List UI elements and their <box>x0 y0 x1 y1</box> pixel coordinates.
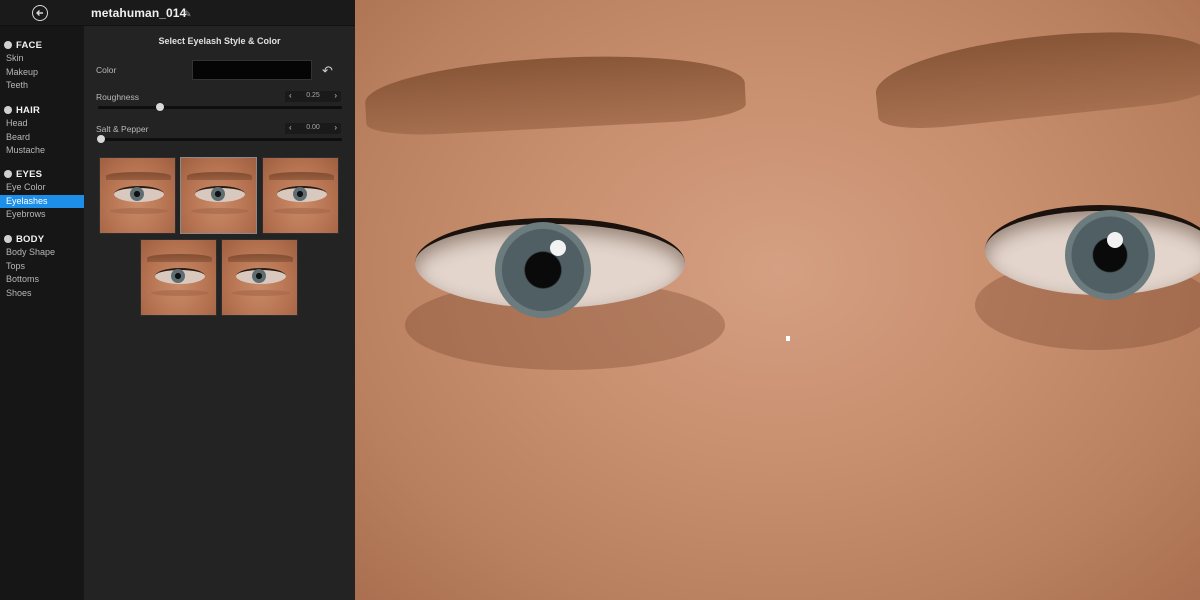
salt-pepper-label: Salt & Pepper <box>96 124 149 134</box>
top-bar: metahuman_014 ✎ <box>0 0 355 26</box>
color-label: Color <box>96 65 117 75</box>
category-header-eyes[interactable]: EYES <box>0 167 84 181</box>
category-face: FACE Skin Makeup Teeth <box>0 38 84 93</box>
right-eyebrow <box>871 18 1200 134</box>
category-label: EYES <box>16 168 43 180</box>
sidebar-item-shoes[interactable]: Shoes <box>0 287 84 301</box>
sidebar-item-body-shape[interactable]: Body Shape <box>0 246 84 260</box>
category-header-face[interactable]: FACE <box>0 38 84 52</box>
chevron-right-icon[interactable]: › <box>334 91 337 100</box>
panel-title: Select Eyelash Style & Color <box>158 36 281 46</box>
color-swatch[interactable] <box>192 60 312 80</box>
body-icon <box>4 235 12 243</box>
category-hair: HAIR Head Beard Mustache <box>0 103 84 158</box>
eyelash-style-thumbnail[interactable] <box>140 239 217 316</box>
left-iris <box>495 222 591 318</box>
right-iris <box>1065 210 1155 300</box>
eyelash-style-thumbnail[interactable] <box>99 157 176 234</box>
sidebar-item-mustache[interactable]: Mustache <box>0 144 84 158</box>
roughness-label: Roughness <box>96 92 140 102</box>
chevron-right-icon[interactable]: › <box>334 123 337 132</box>
sidebar-item-head[interactable]: Head <box>0 117 84 131</box>
hair-icon <box>4 106 12 114</box>
salt-pepper-slider[interactable] <box>97 135 342 143</box>
left-eyebrow <box>363 48 747 138</box>
roughness-slider[interactable] <box>98 103 342 111</box>
eyelash-panel: Select Eyelash Style & Color Color ↶ Rou… <box>84 26 355 600</box>
pencil-icon[interactable]: ✎ <box>184 9 192 20</box>
salt-pepper-slider-handle[interactable] <box>97 135 105 143</box>
back-arrow-icon[interactable] <box>32 5 48 21</box>
sidebar-item-makeup[interactable]: Makeup <box>0 66 84 80</box>
sidebar-item-tops[interactable]: Tops <box>0 260 84 274</box>
undo-icon[interactable]: ↶ <box>322 63 333 79</box>
category-header-body[interactable]: BODY <box>0 232 84 246</box>
salt-pepper-stepper[interactable]: ‹ 0.00 › <box>285 123 341 134</box>
mouse-cursor <box>786 336 790 341</box>
eye-icon <box>4 170 12 178</box>
character-name: metahuman_014 <box>91 6 187 20</box>
sidebar-item-teeth[interactable]: Teeth <box>0 79 84 93</box>
category-sidebar: FACE Skin Makeup Teeth HAIR Head Beard M… <box>0 26 84 600</box>
eyelash-style-thumbnail[interactable] <box>262 157 339 234</box>
eyelash-style-thumbnail-selected[interactable] <box>180 157 257 234</box>
roughness-stepper[interactable]: ‹ 0.25 › <box>285 91 341 102</box>
category-eyes: EYES Eye Color Eyelashes Eyebrows <box>0 167 84 222</box>
right-eye-highlight <box>1107 232 1123 248</box>
category-label: BODY <box>16 233 45 245</box>
eyelash-style-thumbnail[interactable] <box>221 239 298 316</box>
category-body: BODY Body Shape Tops Bottoms Shoes <box>0 232 84 300</box>
sidebar-item-eyebrows[interactable]: Eyebrows <box>0 208 84 222</box>
category-label: HAIR <box>16 104 41 116</box>
roughness-slider-handle[interactable] <box>156 103 164 111</box>
sidebar-item-skin[interactable]: Skin <box>0 52 84 66</box>
left-eye-highlight <box>550 240 566 256</box>
sidebar-item-eyelashes[interactable]: Eyelashes <box>0 194 84 208</box>
sidebar-item-eye-color[interactable]: Eye Color <box>0 181 84 195</box>
category-label: FACE <box>16 39 43 51</box>
3d-viewport[interactable] <box>355 0 1200 600</box>
sidebar-item-beard[interactable]: Beard <box>0 131 84 145</box>
category-header-hair[interactable]: HAIR <box>0 103 84 117</box>
sidebar-item-bottoms[interactable]: Bottoms <box>0 273 84 287</box>
face-icon <box>4 41 12 49</box>
roughness-value: 0.25 <box>306 92 320 99</box>
salt-pepper-value: 0.00 <box>306 124 320 131</box>
